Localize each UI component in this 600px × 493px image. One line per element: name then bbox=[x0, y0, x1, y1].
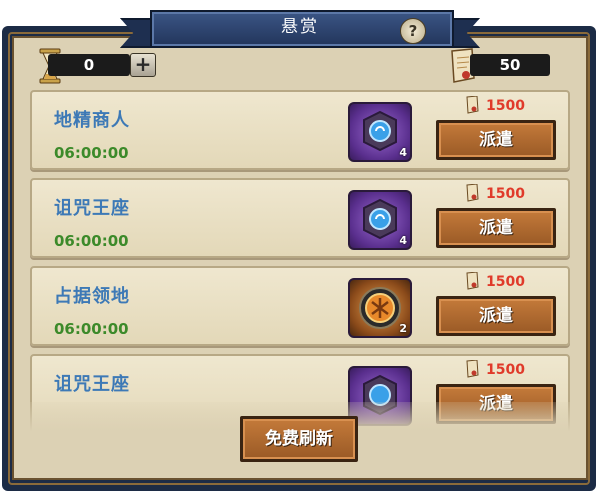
bounty-name: 占据领地 bbox=[54, 286, 130, 307]
bounty-cost: 1500 bbox=[486, 98, 525, 114]
reward-item-slot[interactable]: 2 bbox=[348, 278, 412, 338]
bounty-cost: 1500 bbox=[486, 362, 525, 378]
item-count: 4 bbox=[399, 234, 407, 247]
help-button[interactable]: ? bbox=[400, 18, 426, 44]
bounty-panel: 0 + 50 地精商人 06:00:00 4 1500 派遣 诅咒王座 06:0… bbox=[12, 36, 588, 480]
bounty-scroll-count: 50 bbox=[470, 54, 550, 76]
bounty-time: 06:00:00 bbox=[54, 320, 129, 338]
add-resource-button[interactable]: + bbox=[130, 53, 156, 77]
dispatch-button[interactable]: 派遣 bbox=[436, 120, 556, 160]
bounty-time: 06:00:00 bbox=[54, 144, 129, 162]
scroll-cost-icon bbox=[466, 360, 479, 378]
free-refresh-button[interactable]: 免费刷新 bbox=[240, 416, 358, 462]
dispatch-button[interactable]: 派遣 bbox=[436, 208, 556, 248]
item-count: 4 bbox=[399, 146, 407, 159]
bounty-name: 诅咒王座 bbox=[54, 198, 130, 219]
scroll-cost-icon bbox=[466, 272, 479, 290]
bounty-time: 06:00:00 bbox=[54, 232, 129, 250]
hourglass-count: 0 bbox=[48, 54, 130, 76]
dispatch-button[interactable]: 派遣 bbox=[436, 296, 556, 336]
bounty-cost: 1500 bbox=[486, 186, 525, 202]
item-count: 2 bbox=[399, 322, 407, 335]
bounty-card: 占据领地 06:00:00 2 1500 派遣 bbox=[30, 266, 570, 346]
title-banner: 悬赏 bbox=[120, 4, 480, 48]
bounty-card: 地精商人 06:00:00 4 1500 派遣 bbox=[30, 90, 570, 170]
bounty-name: 地精商人 bbox=[54, 110, 130, 131]
bounty-cost: 1500 bbox=[486, 274, 525, 290]
scroll-cost-icon bbox=[466, 96, 479, 114]
scroll-cost-icon bbox=[466, 184, 479, 202]
bounty-name: 诅咒王座 bbox=[54, 374, 130, 395]
reward-item-slot[interactable]: 4 bbox=[348, 190, 412, 250]
reward-item-slot[interactable]: 4 bbox=[348, 102, 412, 162]
bounty-card: 诅咒王座 06:00:00 4 1500 派遣 bbox=[30, 178, 570, 258]
